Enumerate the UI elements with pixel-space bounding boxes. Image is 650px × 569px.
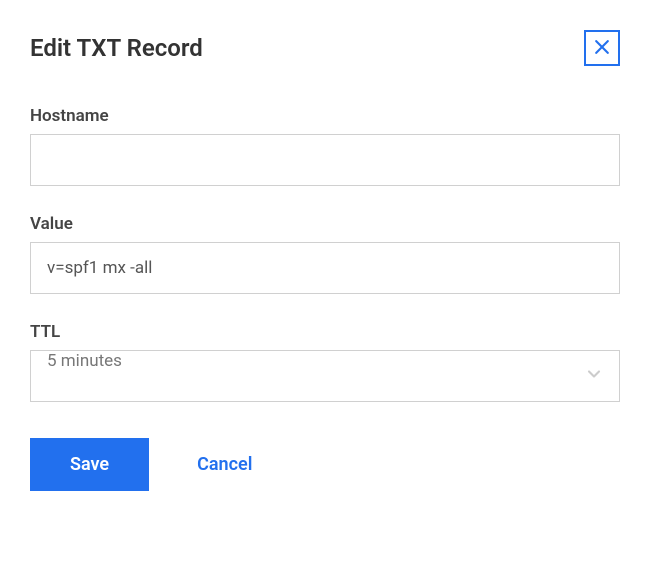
value-input[interactable]	[30, 242, 620, 294]
cancel-button[interactable]: Cancel	[197, 454, 252, 475]
value-field-group: Value	[30, 214, 620, 294]
ttl-label: TTL	[30, 322, 620, 342]
dialog-header: Edit TXT Record	[30, 30, 620, 66]
hostname-label: Hostname	[30, 106, 620, 126]
hostname-input[interactable]	[30, 134, 620, 186]
value-label: Value	[30, 214, 620, 234]
dialog-title: Edit TXT Record	[30, 34, 203, 62]
button-row: Save Cancel	[30, 438, 620, 491]
ttl-select-wrapper: 5 minutes	[30, 350, 620, 402]
ttl-field-group: TTL 5 minutes	[30, 322, 620, 402]
save-button[interactable]: Save	[30, 438, 149, 491]
close-button[interactable]	[584, 30, 620, 66]
close-icon	[592, 37, 612, 60]
ttl-select[interactable]: 5 minutes	[30, 350, 620, 402]
hostname-field-group: Hostname	[30, 106, 620, 186]
